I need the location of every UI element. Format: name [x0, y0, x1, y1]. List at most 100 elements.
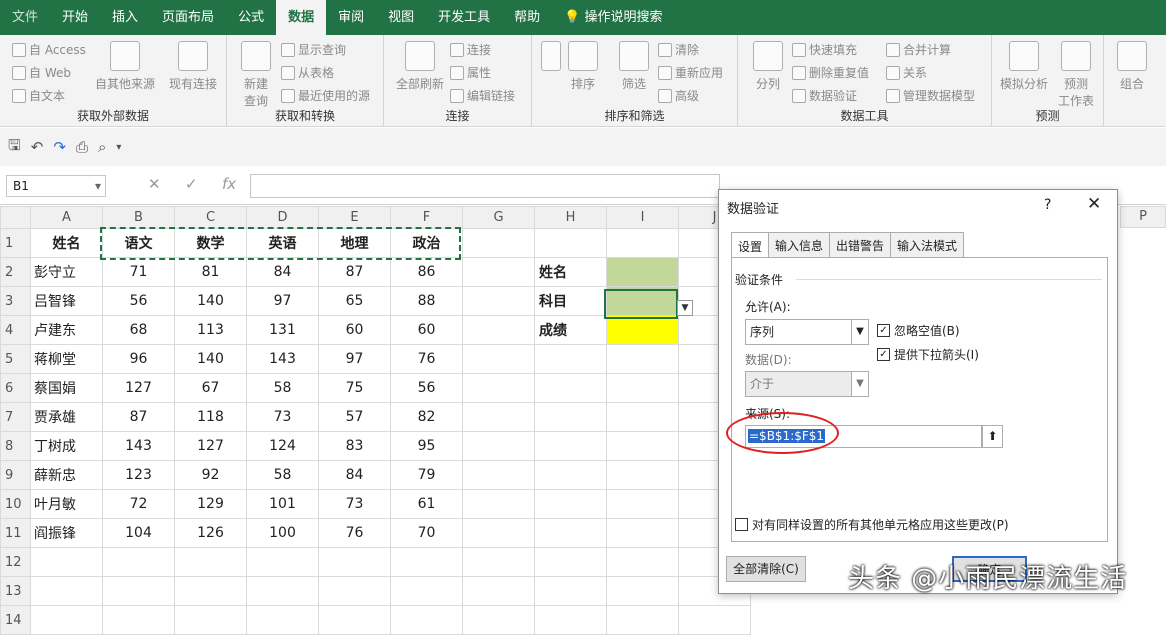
cell[interactable]: 127	[174, 431, 247, 461]
cell[interactable]: 71	[102, 257, 175, 287]
cell[interactable]	[534, 460, 607, 490]
relationships-button[interactable]: 关系	[886, 64, 927, 81]
cell[interactable]: 140	[174, 344, 247, 374]
cell[interactable]	[462, 315, 535, 345]
cell[interactable]: 76	[390, 344, 463, 374]
cell[interactable]	[606, 518, 679, 548]
row-header[interactable]: 3	[0, 286, 31, 316]
cell[interactable]: 蒋柳堂	[30, 344, 103, 374]
tab-ime-mode[interactable]: 输入法模式	[890, 232, 965, 258]
from-table-button[interactable]: 从表格	[281, 64, 334, 81]
cell[interactable]	[462, 431, 535, 461]
cell[interactable]: 87	[102, 402, 175, 432]
cell[interactable]: 科目	[534, 286, 607, 316]
row-header[interactable]: 8	[0, 431, 31, 461]
cell[interactable]: 75	[318, 373, 391, 403]
cell[interactable]	[606, 402, 679, 432]
cell[interactable]: 成绩	[534, 315, 607, 345]
cell[interactable]: 57	[318, 402, 391, 432]
cell[interactable]	[318, 547, 391, 577]
print-icon[interactable]: ⎙	[76, 138, 88, 156]
cell[interactable]	[30, 605, 103, 635]
column-header[interactable]: D	[246, 206, 319, 229]
column-header[interactable]: B	[102, 206, 175, 229]
refresh-all-button[interactable]: 全部刷新	[392, 41, 448, 92]
column-header[interactable]: A	[30, 206, 103, 229]
row-header[interactable]: 11	[0, 518, 31, 548]
insert-function-icon[interactable]: fx	[222, 175, 236, 193]
tell-me[interactable]: 💡 操作说明搜索	[552, 0, 674, 35]
cell[interactable]	[606, 315, 679, 345]
cell[interactable]	[174, 605, 247, 635]
cell-dropdown-arrow[interactable]: ▼	[677, 300, 693, 316]
row-header[interactable]: 4	[0, 315, 31, 345]
cell[interactable]: 127	[102, 373, 175, 403]
cell[interactable]: 薛新忠	[30, 460, 103, 490]
from-access-button[interactable]: 自 Access	[12, 41, 86, 58]
cell[interactable]	[390, 576, 463, 606]
sort-button[interactable]: 排序	[566, 41, 600, 92]
cell[interactable]: 语文	[102, 228, 175, 258]
cell[interactable]: 蔡国娟	[30, 373, 103, 403]
cell[interactable]: 姓名	[30, 228, 103, 258]
recent-sources-button[interactable]: 最近使用的源	[281, 87, 370, 104]
cell[interactable]: 60	[318, 315, 391, 345]
cell[interactable]: 73	[318, 489, 391, 519]
cell[interactable]: 100	[246, 518, 319, 548]
cell[interactable]: 彭守立	[30, 257, 103, 287]
column-header[interactable]: H	[534, 206, 607, 229]
save-icon[interactable]: 🖫	[8, 135, 21, 160]
cell[interactable]	[462, 460, 535, 490]
cell[interactable]	[606, 605, 679, 635]
clear-filter-button[interactable]: 清除	[658, 41, 699, 58]
tab-home[interactable]: 开始	[50, 0, 100, 35]
cell[interactable]: 126	[174, 518, 247, 548]
cell[interactable]: 81	[174, 257, 247, 287]
tab-view[interactable]: 视图	[376, 0, 426, 35]
text-to-columns-button[interactable]: 分列	[746, 41, 790, 92]
cell[interactable]	[462, 286, 535, 316]
cell[interactable]	[534, 344, 607, 374]
manage-data-model-button[interactable]: 管理数据模型	[886, 87, 975, 104]
cell[interactable]	[606, 489, 679, 519]
close-icon[interactable]: ✕	[1087, 194, 1101, 214]
cell[interactable]	[534, 431, 607, 461]
cell[interactable]	[246, 547, 319, 577]
column-header[interactable]: P	[1120, 206, 1166, 228]
cell[interactable]	[246, 576, 319, 606]
cell[interactable]: 73	[246, 402, 319, 432]
cell[interactable]: 地理	[318, 228, 391, 258]
cell[interactable]	[678, 605, 751, 635]
tab-settings[interactable]: 设置	[731, 232, 770, 258]
column-header[interactable]: F	[390, 206, 463, 229]
edit-links-button[interactable]: 编辑链接	[450, 87, 515, 104]
tab-page-layout[interactable]: 页面布局	[150, 0, 226, 35]
cell[interactable]	[30, 576, 103, 606]
cell[interactable]: 87	[318, 257, 391, 287]
customize-toolbar-icon[interactable]: ▾	[116, 142, 121, 153]
cell[interactable]	[606, 344, 679, 374]
cell[interactable]	[462, 576, 535, 606]
cell[interactable]: 140	[174, 286, 247, 316]
column-header[interactable]: G	[462, 206, 535, 229]
cell[interactable]	[462, 605, 535, 635]
group-button[interactable]: 组合	[1112, 41, 1152, 92]
data-select[interactable]: 介于 ▼	[745, 371, 869, 397]
cell[interactable]: 97	[246, 286, 319, 316]
cell[interactable]: 97	[318, 344, 391, 374]
row-header[interactable]: 6	[0, 373, 31, 403]
cell[interactable]	[534, 489, 607, 519]
cell[interactable]	[606, 547, 679, 577]
undo-icon[interactable]: ↶	[31, 138, 44, 156]
cell[interactable]	[606, 576, 679, 606]
cell[interactable]: 数学	[174, 228, 247, 258]
cell[interactable]: 贾承雄	[30, 402, 103, 432]
cell[interactable]: 丁树成	[30, 431, 103, 461]
cell[interactable]	[606, 431, 679, 461]
cell[interactable]: 129	[174, 489, 247, 519]
cell[interactable]: 72	[102, 489, 175, 519]
column-header[interactable]: I	[606, 206, 679, 229]
from-other-sources-button[interactable]: 自其他来源	[92, 41, 158, 92]
cell[interactable]	[102, 576, 175, 606]
cell[interactable]: 92	[174, 460, 247, 490]
